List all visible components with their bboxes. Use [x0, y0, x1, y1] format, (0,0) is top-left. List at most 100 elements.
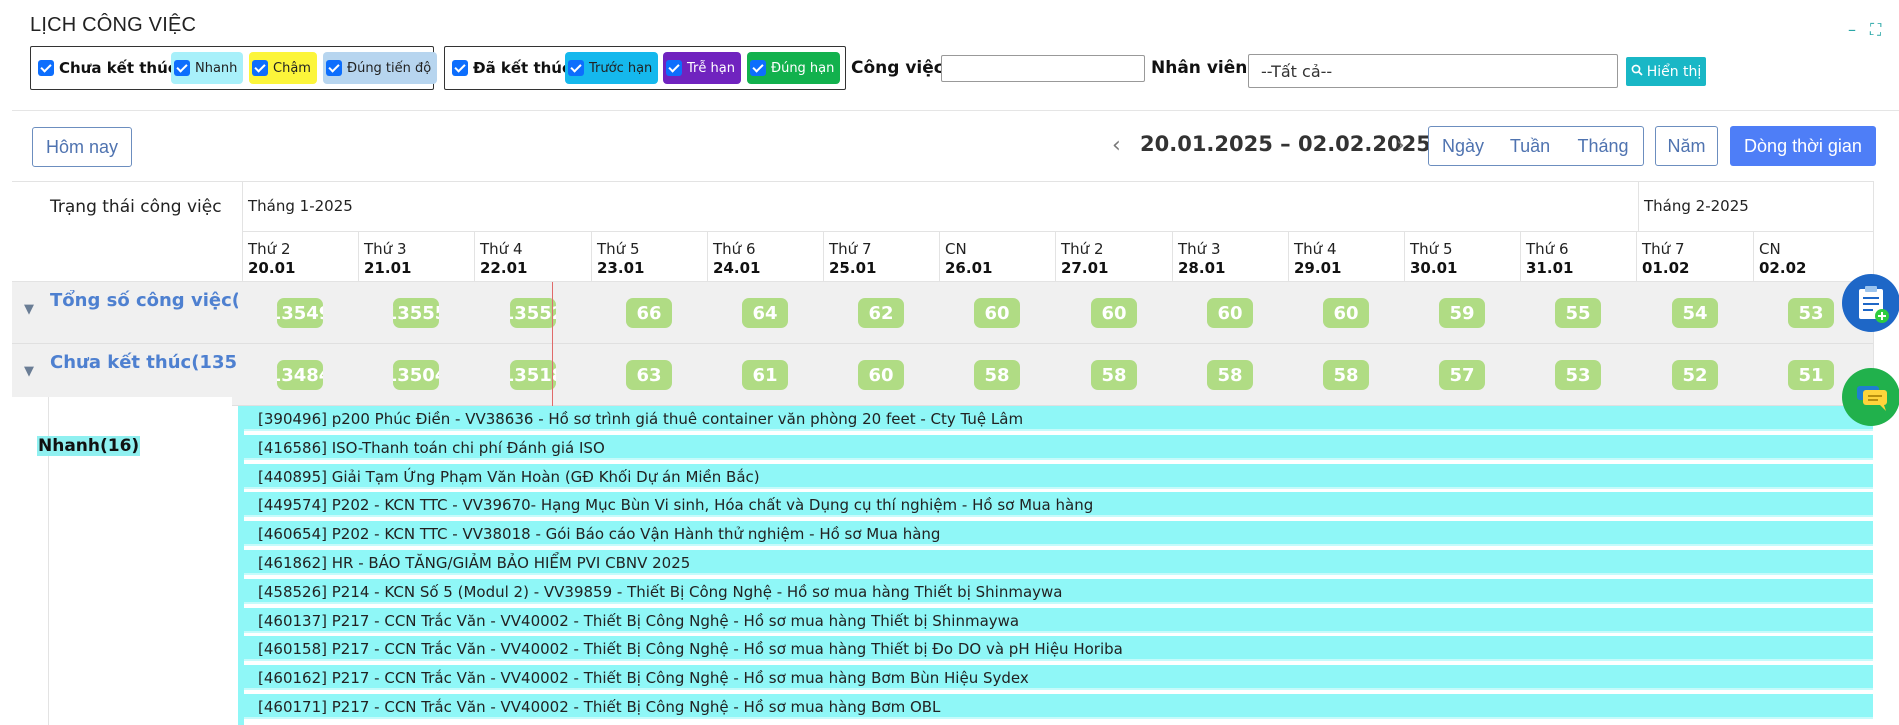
summary-row-label[interactable]: Chưa kết thúc(13518): [50, 352, 238, 373]
day-date: 26.01: [945, 259, 993, 277]
checkbox-icon[interactable]: [174, 60, 190, 76]
count-badge[interactable]: 53: [1555, 360, 1601, 390]
day-header-cell: Thứ 3 28.01: [1172, 235, 1288, 285]
filter-slow[interactable]: Chậm: [249, 52, 317, 84]
chevron-left-icon[interactable]: ‹: [1112, 133, 1121, 158]
count-badge[interactable]: 58: [1323, 360, 1369, 390]
task-bar[interactable]: [460171] P217 - CCN Trắc Văn - VV40002 -…: [238, 694, 1873, 719]
filter-fast[interactable]: Nhanh: [171, 52, 244, 84]
count-badge[interactable]: 55: [1555, 298, 1601, 328]
day-header-cell: Thứ 7 01.02: [1636, 235, 1752, 285]
day-date: 01.02: [1642, 259, 1690, 277]
task-bar[interactable]: [458526] P214 - KCN Số 5 (Modul 2) - VV3…: [238, 579, 1873, 604]
count-badge[interactable]: 60: [858, 360, 904, 390]
day-date: 24.01: [713, 259, 761, 277]
day-header-cell: Thứ 5 23.01: [591, 235, 707, 285]
today-button[interactable]: Hôm nay: [32, 127, 132, 167]
filter-early[interactable]: Trước hạn: [565, 52, 659, 84]
fullscreen-icon[interactable]: ⛶: [1870, 20, 1881, 40]
checkbox-icon[interactable]: [326, 60, 342, 76]
task-bar[interactable]: [416586] ISO-Thanh toán chi phí Đánh giá…: [238, 435, 1873, 460]
chevron-down-icon[interactable]: ▼: [24, 364, 34, 379]
view-year-button[interactable]: Năm: [1655, 126, 1718, 166]
count-badge[interactable]: 54: [1672, 298, 1718, 328]
checkbox-icon[interactable]: [568, 60, 584, 76]
count-badge[interactable]: 13552: [510, 298, 556, 328]
group-label-fast[interactable]: Nhanh(16): [37, 436, 141, 456]
task-bar[interactable]: [460137] P217 - CCN Trắc Văn - VV40002 -…: [238, 608, 1873, 633]
count-badge[interactable]: 13504: [393, 360, 439, 390]
task-bar[interactable]: [460654] P202 - KCN TTC - VV38018 - Gói …: [238, 521, 1873, 546]
day-header-cell: CN 26.01: [939, 235, 1055, 285]
checkbox-icon[interactable]: [38, 60, 54, 76]
task-bar[interactable]: [449574] P202 - KCN TTC - VV39670- Hạng …: [238, 492, 1873, 517]
count-badge[interactable]: 60: [1207, 298, 1253, 328]
task-bar[interactable]: [460158] P217 - CCN Trắc Văn - VV40002 -…: [238, 636, 1873, 661]
filter-on-schedule[interactable]: Đúng tiến độ: [323, 52, 438, 84]
count-badge[interactable]: 58: [1091, 360, 1137, 390]
filter-finished[interactable]: Đã kết thúc: [449, 52, 577, 84]
count-badge[interactable]: 53: [1788, 298, 1834, 328]
task-bar-edge: [238, 406, 244, 725]
day-name: Thứ 6: [1526, 240, 1569, 258]
day-date: 22.01: [480, 259, 528, 277]
count-badge[interactable]: 63: [626, 360, 672, 390]
chevron-down-icon[interactable]: ▼: [24, 302, 34, 317]
count-badge[interactable]: 60: [1091, 298, 1137, 328]
employee-select[interactable]: --Tất cả--: [1248, 54, 1618, 88]
filter-on-schedule-label: Đúng tiến độ: [347, 60, 432, 76]
task-bar[interactable]: [460162] P217 - CCN Trắc Văn - VV40002 -…: [238, 665, 1873, 690]
day-header-cell: Thứ 4 29.01: [1288, 235, 1404, 285]
count-badge[interactable]: 51: [1788, 360, 1834, 390]
checkbox-icon[interactable]: [452, 60, 468, 76]
day-name: Thứ 7: [1642, 240, 1685, 258]
count-badge[interactable]: 58: [974, 360, 1020, 390]
day-date: 20.01: [248, 259, 296, 277]
count-badge[interactable]: 13484: [277, 360, 323, 390]
count-badge[interactable]: 52: [1672, 360, 1718, 390]
summary-row-label[interactable]: Tổng số công việc(136: [50, 290, 238, 311]
count-badge[interactable]: 13549: [277, 298, 323, 328]
calendar-grid: Trạng thái công việc Tháng 1-2025 Tháng …: [12, 181, 1874, 725]
grid-border: [12, 181, 1873, 182]
filter-unfinished[interactable]: Chưa kết thúc: [35, 52, 183, 84]
count-badge[interactable]: 13555: [393, 298, 439, 328]
clipboard-add-icon: [1842, 286, 1899, 336]
checkbox-icon[interactable]: [666, 60, 682, 76]
show-button[interactable]: Hiển thị: [1626, 57, 1706, 86]
count-badge[interactable]: 58: [1207, 360, 1253, 390]
count-badge[interactable]: 59: [1439, 298, 1485, 328]
day-header-cell: Thứ 2 20.01: [242, 235, 358, 285]
count-badge[interactable]: 60: [1323, 298, 1369, 328]
count-badge[interactable]: 64: [742, 298, 788, 328]
day-name: Thứ 6: [713, 240, 756, 258]
count-badge[interactable]: 57: [1439, 360, 1485, 390]
filter-finished-label: Đã kết thúc: [473, 59, 571, 77]
view-week-button[interactable]: Tuần: [1497, 126, 1564, 166]
task-bar[interactable]: [461862] HR - BÁO TĂNG/GIẢM BẢO HIỂM PVI…: [238, 550, 1873, 575]
count-badge[interactable]: 13518: [510, 360, 556, 390]
checkbox-icon[interactable]: [252, 60, 268, 76]
task-bar[interactable]: [440895] Giải Tạm Ứng Phạm Văn Hoàn (GĐ …: [238, 464, 1873, 489]
task-bar[interactable]: [390496] p200 Phúc Điền - VV38636 - Hồ s…: [238, 406, 1873, 431]
timeline-button[interactable]: Dòng thời gian: [1730, 126, 1876, 166]
day-name: Thứ 4: [480, 240, 523, 258]
count-badge[interactable]: 66: [626, 298, 672, 328]
chat-button[interactable]: [1842, 368, 1899, 426]
checkbox-icon[interactable]: [750, 60, 766, 76]
add-task-button[interactable]: [1842, 274, 1899, 332]
filter-early-label: Trước hạn: [589, 60, 653, 76]
filter-late[interactable]: Trễ hạn: [663, 52, 741, 84]
today-marker: [552, 282, 553, 406]
search-icon: [1631, 64, 1643, 80]
count-badge[interactable]: 62: [858, 298, 904, 328]
count-badge[interactable]: 61: [742, 360, 788, 390]
filter-on-time[interactable]: Đúng hạn: [747, 52, 841, 84]
view-month-button[interactable]: Tháng: [1563, 126, 1644, 166]
task-filter-input[interactable]: [941, 55, 1145, 82]
filter-slow-label: Chậm: [273, 60, 311, 76]
count-badge[interactable]: 60: [974, 298, 1020, 328]
chevron-right-icon[interactable]: ›: [1396, 133, 1405, 158]
view-day-button[interactable]: Ngày: [1428, 126, 1498, 166]
minimize-icon[interactable]: –: [1848, 20, 1856, 39]
